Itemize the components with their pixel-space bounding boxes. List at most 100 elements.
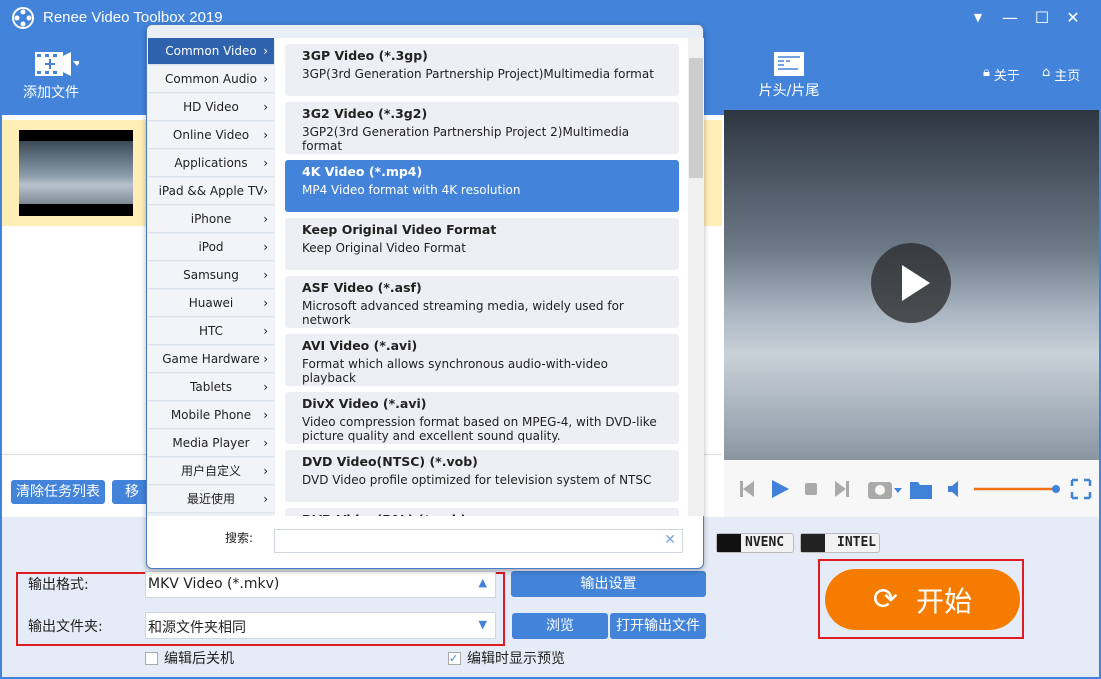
video-preview[interactable] xyxy=(724,110,1099,460)
shutdown-checkbox[interactable]: 编辑后关机 xyxy=(145,648,234,668)
category-label: iPhone xyxy=(190,212,232,226)
volume-handle[interactable] xyxy=(1052,485,1060,493)
volume-icon[interactable] xyxy=(948,481,958,497)
category-label: iPod xyxy=(198,240,224,254)
format-item[interactable]: 3GP Video (*.3gp) 3GP(3rd Generation Part… xyxy=(285,44,679,96)
category-item[interactable]: Common Video › xyxy=(148,38,274,65)
category-label: Applications xyxy=(174,156,248,170)
category-label: HD Video xyxy=(183,100,239,114)
format-description: DVD Video profile optimized for televisi… xyxy=(302,473,652,487)
category-label: Game Hardware xyxy=(162,352,260,366)
clear-search-icon[interactable]: ✕ xyxy=(664,532,676,548)
about-button[interactable]: 🔒︎ 关于 xyxy=(983,65,1020,84)
format-name: DVD Video(NTSC) (*.vob) xyxy=(302,454,478,469)
play-overlay-button[interactable] xyxy=(871,243,951,323)
format-description: Video compression format based on MPEG-4… xyxy=(302,415,657,443)
category-item[interactable]: Tablets › xyxy=(148,374,274,401)
scrollbar-thumb[interactable] xyxy=(689,58,703,178)
category-item[interactable]: Applications › xyxy=(148,150,274,177)
close-button[interactable]: ✕ xyxy=(1063,8,1083,28)
nvenc-label: NVENC xyxy=(745,535,785,550)
previous-icon[interactable] xyxy=(740,481,754,497)
format-item[interactable]: Keep Original Video Format Keep Original … xyxy=(285,218,679,270)
next-icon[interactable] xyxy=(835,481,849,497)
category-item[interactable]: Game Hardware › xyxy=(148,346,274,373)
format-name: 3G2 Video (*.3g2) xyxy=(302,106,428,121)
start-label: 开始 xyxy=(916,584,973,618)
format-description: 3GP2(3rd Generation Partnership Project … xyxy=(302,125,630,153)
maximize-button[interactable]: ☐ xyxy=(1032,8,1052,28)
trim-button[interactable]: 片头/片尾 xyxy=(752,52,826,100)
output-format-label: 输出格式: xyxy=(28,577,89,593)
category-item[interactable]: Common Audio › xyxy=(148,66,274,93)
category-item[interactable]: 最近使用 › xyxy=(148,486,274,513)
scrollbar[interactable] xyxy=(688,38,704,516)
format-item[interactable]: DivX Video (*.avi) Video compression form… xyxy=(285,392,679,444)
format-name: DivX Video (*.avi) xyxy=(302,396,427,411)
output-settings-button[interactable]: 输出设置 xyxy=(511,571,706,597)
output-folder-select[interactable]: 和源文件夹相同 ▼ xyxy=(145,612,496,639)
search-input[interactable]: ✕ xyxy=(274,529,683,553)
open-output-folder-button[interactable]: 打开输出文件 xyxy=(610,613,706,639)
category-label: iPad && Apple TV xyxy=(158,184,264,198)
output-format-value: MKV Video (*.mkv) xyxy=(148,576,280,592)
category-label: Huawei xyxy=(188,296,234,310)
search-row: 搜索: ✕ xyxy=(147,516,703,568)
format-item[interactable]: DVD Video(PAL) (*.vob) xyxy=(285,508,679,516)
output-format-select[interactable]: MKV Video (*.mkv) ▲ xyxy=(145,571,496,598)
nvenc-badge[interactable]: NVENC xyxy=(716,533,794,553)
about-label: 关于 xyxy=(993,69,1020,84)
chevron-right-icon: › xyxy=(263,212,268,226)
snapshot-icon[interactable] xyxy=(868,482,902,499)
preview-checkbox[interactable]: ✓ 编辑时显示预览 xyxy=(448,648,565,668)
intel-logo-icon xyxy=(801,534,825,552)
category-item[interactable]: Huawei › xyxy=(148,290,274,317)
category-item[interactable]: iPhone › xyxy=(148,206,274,233)
shutdown-label: 编辑后关机 xyxy=(164,651,234,667)
start-button[interactable]: ⟳ 开始 xyxy=(825,569,1020,630)
refresh-icon: ⟳ xyxy=(872,582,899,617)
format-description: 3GP(3rd Generation Partnership Project)M… xyxy=(302,67,654,81)
play-icon[interactable] xyxy=(772,480,789,498)
category-label: Common Audio xyxy=(165,72,257,86)
category-label: Media Player xyxy=(172,436,250,450)
category-item[interactable]: iPod › xyxy=(148,234,274,261)
stop-icon[interactable] xyxy=(805,483,817,495)
format-item[interactable]: AVI Video (*.avi) Format which allows syn… xyxy=(285,334,679,386)
chevron-right-icon: › xyxy=(263,436,268,450)
category-item[interactable]: Media Player › xyxy=(148,430,274,457)
format-item[interactable]: DVD Video(NTSC) (*.vob) DVD Video profile… xyxy=(285,450,679,502)
add-file-button[interactable]: 添加文件 xyxy=(14,50,88,102)
checkbox-icon xyxy=(145,651,158,665)
format-description: Keep Original Video Format xyxy=(302,241,466,255)
category-item[interactable]: Online Video › xyxy=(148,122,274,149)
checkmark-icon: ✓ xyxy=(448,651,461,665)
category-label: Online Video xyxy=(172,128,250,142)
browse-button[interactable]: 浏览 xyxy=(512,613,608,639)
category-item[interactable]: Mobile Phone › xyxy=(148,402,274,429)
category-item[interactable]: HD Video › xyxy=(148,94,274,121)
category-item[interactable]: 用户自定义 › xyxy=(148,458,274,485)
category-item[interactable]: HTC › xyxy=(148,318,274,345)
chevron-right-icon: › xyxy=(263,100,268,114)
intel-badge[interactable]: INTEL xyxy=(800,533,880,553)
category-item[interactable]: Samsung › xyxy=(148,262,274,289)
format-picker-popup: Common Video › Common Audio › HD Video › Onlin… xyxy=(146,24,704,569)
format-item[interactable]: 3G2 Video (*.3g2) 3GP2(3rd Generation Par… xyxy=(285,102,679,154)
add-video-icon xyxy=(35,52,81,76)
output-folder-value: 和源文件夹相同 xyxy=(148,620,246,636)
format-name: AVI Video (*.avi) xyxy=(302,338,418,353)
format-item[interactable]: 4K Video (*.mp4) MP4 Video format with 4K… xyxy=(285,160,679,212)
minimize-button[interactable]: — xyxy=(1000,8,1020,28)
app-logo-icon xyxy=(12,7,34,29)
fullscreen-icon[interactable] xyxy=(1070,478,1092,500)
folder-icon[interactable] xyxy=(910,482,932,499)
format-item[interactable]: ASF Video (*.asf) Microsoft advanced stre… xyxy=(285,276,679,328)
clear-task-list-button[interactable]: 清除任务列表 xyxy=(11,480,105,504)
menu-dropdown-icon[interactable]: ▼ xyxy=(968,8,988,28)
category-item[interactable]: iPad && Apple TV › xyxy=(148,178,274,205)
trim-icon xyxy=(774,52,804,76)
category-label: 用户自定义 xyxy=(180,464,241,478)
home-button[interactable]: ⌂ 主页 xyxy=(1042,65,1080,84)
chevron-right-icon: › xyxy=(263,408,268,422)
